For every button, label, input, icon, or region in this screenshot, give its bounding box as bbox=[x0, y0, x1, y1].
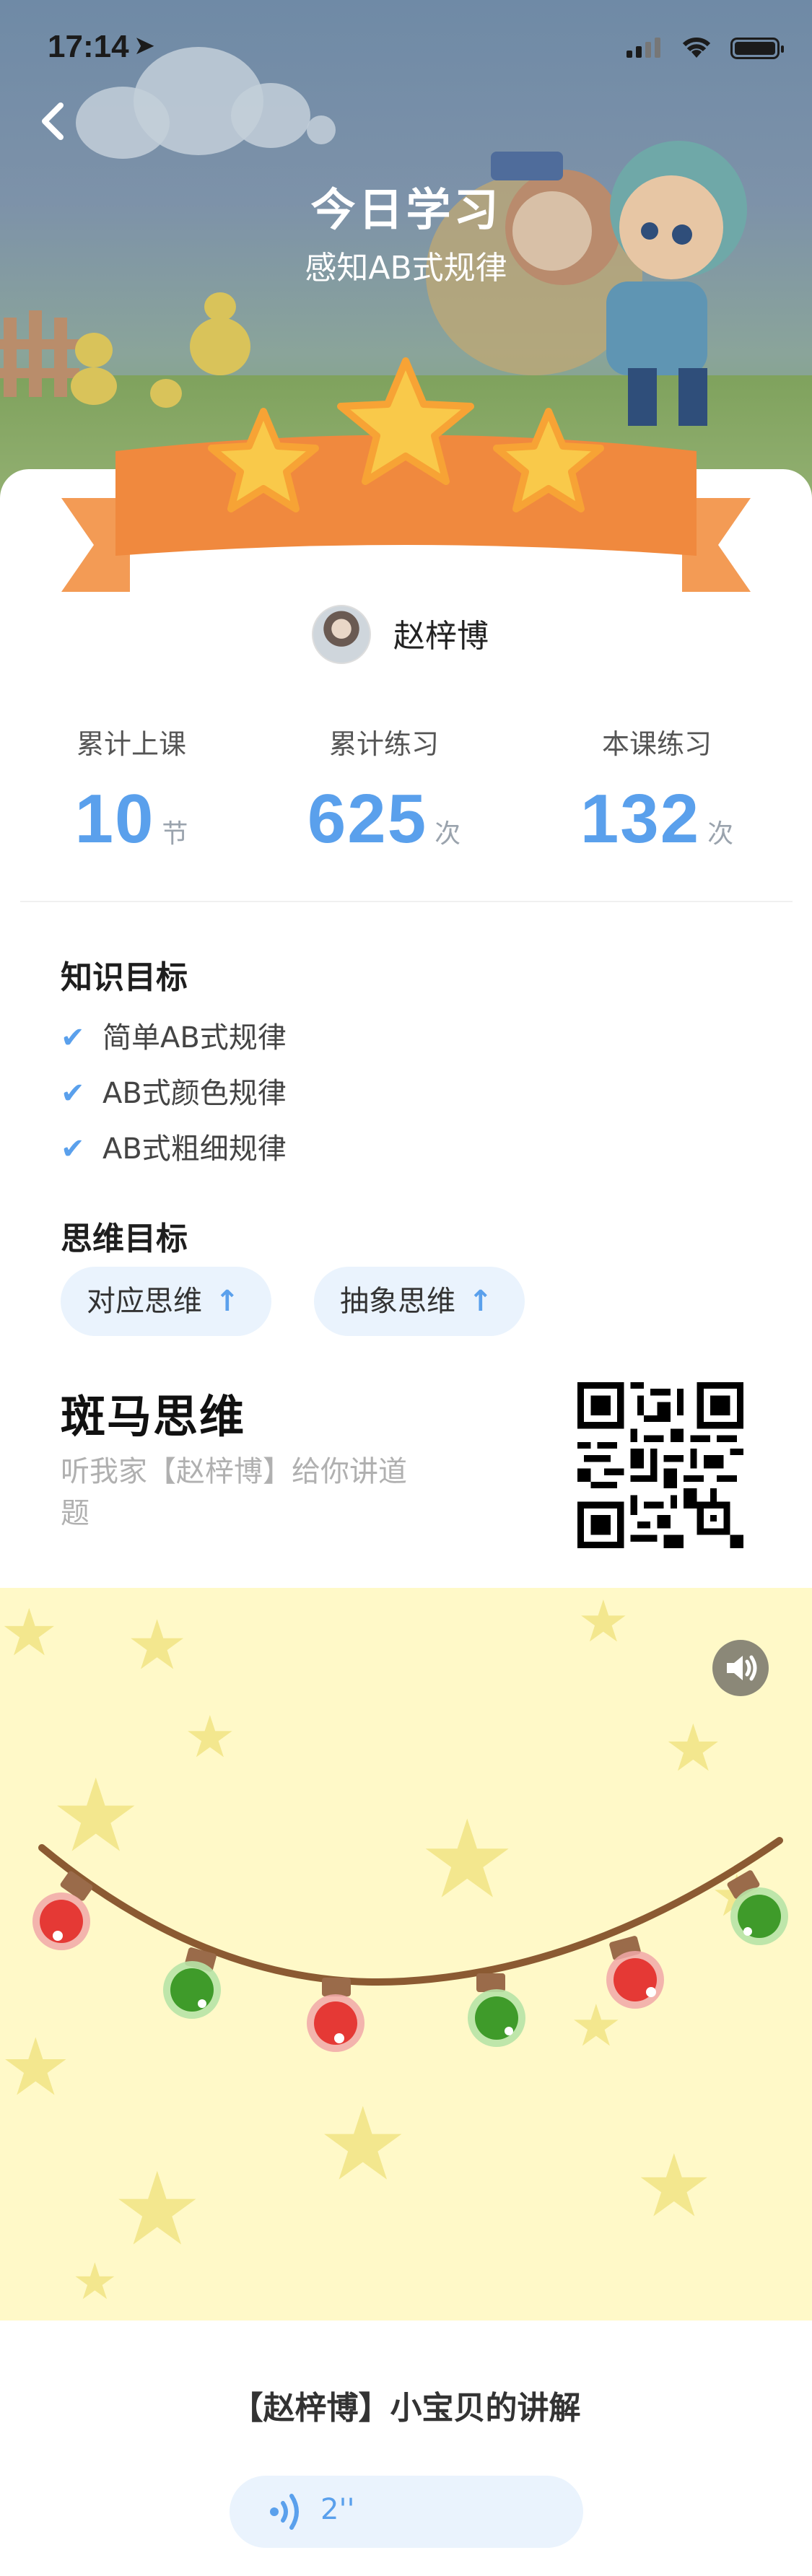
red-bulb bbox=[307, 1978, 364, 2052]
stat-label-total-practice: 累计练习 bbox=[328, 728, 439, 760]
knowledge-goal-item: ✔ 简单AB式规律 bbox=[61, 1014, 287, 1056]
knowledge-goal-label: AB式粗细规律 bbox=[102, 1132, 287, 1166]
arrow-up-icon: ↑ bbox=[468, 1285, 493, 1318]
stat-value: 625 bbox=[307, 780, 428, 857]
qr-code bbox=[577, 1382, 743, 1548]
knowledge-goals-title: 知识目标 bbox=[61, 959, 188, 996]
sound-button[interactable] bbox=[712, 1640, 769, 1696]
arrow-up-icon: ↑ bbox=[215, 1285, 240, 1318]
lesson-subtitle: 感知AB式规律 bbox=[305, 250, 507, 287]
green-bulb bbox=[163, 1947, 221, 2019]
status-time: 17:14 bbox=[48, 29, 129, 64]
thinking-tag-label: 对应思维 bbox=[87, 1285, 202, 1318]
thinking-tag: 对应思维 ↑ bbox=[61, 1267, 271, 1336]
lights-stage: ★ ★ ★ ★ ★ ★ ★ ★ ★ ★ ★ ★ ★ ★ bbox=[0, 1588, 812, 2320]
audio-wave-icon bbox=[270, 2494, 299, 2530]
stat-unit: 次 bbox=[707, 819, 734, 849]
stat-label-total-classes: 累计上课 bbox=[76, 728, 186, 760]
speaker-icon bbox=[727, 1655, 757, 1681]
stat-total-practice: 625 次 bbox=[261, 780, 507, 859]
chevron-left-icon bbox=[42, 102, 64, 140]
green-bulb bbox=[727, 1870, 788, 1945]
explanation-title: 【赵梓博】小宝贝的讲解 bbox=[231, 2390, 581, 2427]
green-bulb bbox=[468, 1973, 525, 2047]
knowledge-goal-item: ✔ AB式粗细规律 bbox=[61, 1125, 287, 1167]
battery-icon bbox=[730, 38, 784, 59]
check-icon: ✔ bbox=[61, 1077, 85, 1110]
back-button[interactable] bbox=[36, 100, 68, 143]
wifi-icon bbox=[682, 37, 711, 58]
knowledge-goal-label: 简单AB式规律 bbox=[102, 1021, 287, 1055]
thinking-tag-label: 抽象思维 bbox=[340, 1285, 455, 1318]
thinking-tag: 抽象思维 ↑ bbox=[314, 1267, 525, 1336]
knowledge-goal-label: AB式颜色规律 bbox=[102, 1077, 287, 1110]
voice-duration: 2'' bbox=[320, 2493, 355, 2526]
check-icon: ✔ bbox=[61, 1132, 85, 1166]
red-bulb bbox=[606, 1936, 664, 2009]
stat-lesson-practice: 132 次 bbox=[534, 780, 780, 859]
cellular-signal-icon bbox=[627, 38, 664, 58]
knowledge-goal-item: ✔ AB式颜色规律 bbox=[61, 1070, 287, 1112]
stat-total-classes: 10 节 bbox=[9, 780, 254, 859]
user-name: 赵梓博 bbox=[393, 618, 489, 655]
location-arrow-icon: ➤ bbox=[134, 31, 156, 61]
brand-name: 斑马思维 bbox=[61, 1390, 246, 1443]
stat-unit: 次 bbox=[435, 819, 461, 849]
cloud-decoration bbox=[307, 115, 336, 144]
divider bbox=[20, 901, 793, 902]
page-title: 今日学习 bbox=[310, 183, 502, 236]
thinking-goals-title: 思维目标 bbox=[61, 1221, 188, 1257]
voice-message-button[interactable]: 2'' bbox=[230, 2476, 583, 2548]
brand-description: 听我家【赵梓博】给你讲道题 bbox=[61, 1455, 407, 1530]
avatar bbox=[312, 605, 371, 664]
stat-unit: 节 bbox=[162, 819, 188, 849]
stat-value: 132 bbox=[580, 780, 701, 857]
stat-value: 10 bbox=[74, 780, 155, 857]
check-icon: ✔ bbox=[61, 1021, 85, 1055]
ribbon-stars-badge bbox=[61, 357, 751, 592]
red-bulb bbox=[32, 1871, 93, 1950]
stat-label-lesson-practice: 本课练习 bbox=[601, 728, 712, 760]
light-string bbox=[32, 1837, 788, 2052]
status-bar: 17:14 ➤ bbox=[0, 0, 812, 101]
